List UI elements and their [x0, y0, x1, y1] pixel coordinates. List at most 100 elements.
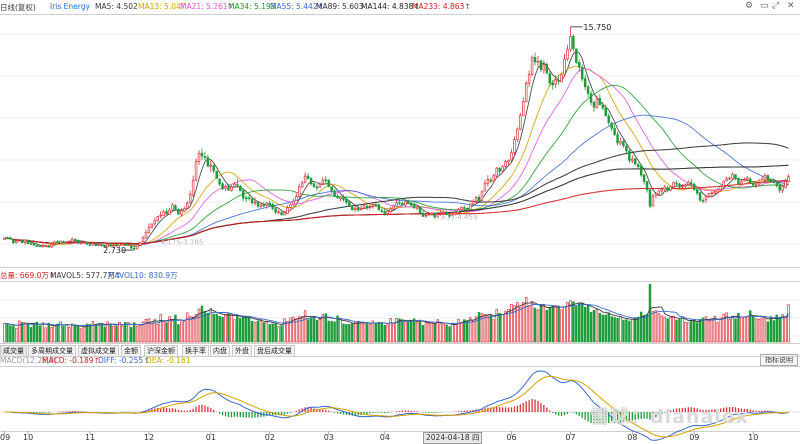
- volume-bar: [784, 317, 787, 343]
- candle: [474, 197, 478, 202]
- volume-bar: [781, 314, 784, 343]
- volume-bar: [716, 322, 720, 343]
- candle: [604, 107, 608, 116]
- candle: [601, 104, 605, 109]
- volume-bar: [424, 322, 428, 343]
- ma-line: [4, 84, 789, 245]
- volume-bar: [315, 319, 319, 343]
- volume-bar: [239, 318, 242, 343]
- candle: [701, 199, 705, 202]
- volume-bar: [336, 315, 339, 343]
- volume-bar: [701, 317, 705, 343]
- volume-bar: [486, 315, 490, 343]
- volume-bar: [271, 323, 274, 343]
- volume-bar: [88, 324, 92, 343]
- candle: [395, 202, 398, 207]
- candle: [135, 244, 139, 250]
- volume-bar: [539, 304, 543, 343]
- candle: [368, 205, 372, 208]
- candle: [88, 244, 92, 246]
- candle: [180, 210, 183, 215]
- ma-line: [4, 114, 789, 244]
- candle: [690, 182, 693, 184]
- volume-bar: [6, 323, 9, 343]
- candle: [345, 198, 348, 203]
- volume-bar: [560, 309, 563, 343]
- candle: [471, 201, 475, 205]
- volume-bar: [177, 324, 180, 343]
- candle: [572, 35, 575, 49]
- x-tick-label: 03: [323, 433, 334, 442]
- candle: [524, 82, 528, 103]
- volume-bar: [224, 313, 227, 343]
- volume-bar: [351, 323, 354, 343]
- candle: [713, 191, 717, 194]
- candle: [318, 183, 322, 188]
- candle: [728, 177, 731, 180]
- volume-bar: [787, 304, 790, 343]
- candle: [660, 188, 664, 192]
- ma-line: [4, 66, 789, 247]
- candle: [710, 192, 714, 195]
- candle: [6, 237, 9, 240]
- volume-bar: [648, 283, 652, 343]
- volume-bar: [545, 309, 549, 343]
- candle: [47, 245, 50, 248]
- volume-bar: [639, 311, 643, 343]
- candle: [356, 207, 360, 211]
- volume-bar: [206, 312, 210, 343]
- x-tick-label: 09: [0, 433, 11, 442]
- volume-bar: [572, 301, 575, 343]
- candle: [616, 134, 619, 144]
- x-tick-label: 04: [379, 433, 390, 442]
- candle: [634, 158, 637, 165]
- candle: [359, 208, 363, 211]
- candle: [250, 198, 254, 204]
- volume-bar: [778, 316, 781, 343]
- volume-bar: [625, 319, 628, 343]
- candle: [268, 202, 271, 206]
- volume-bar: [286, 321, 289, 343]
- high-label: 15.750: [583, 23, 611, 32]
- candle: [622, 140, 625, 147]
- volume-bar: [262, 322, 266, 343]
- candle: [578, 61, 581, 68]
- volume-bar: [513, 305, 516, 343]
- volume-bar: [769, 316, 773, 343]
- volume-bar: [383, 324, 386, 343]
- volume-bar: [563, 306, 566, 343]
- kline-chart[interactable]: 15.750 2.730 4.175-3.185 5.615-4.459: [0, 0, 800, 444]
- candle: [775, 182, 778, 187]
- volume-bar: [230, 314, 233, 343]
- volume-bar: [277, 326, 280, 343]
- candle: [418, 206, 422, 214]
- volume-bar: [628, 320, 631, 343]
- candle: [498, 167, 501, 172]
- volume-bar: [595, 309, 599, 343]
- volume-bar: [412, 318, 416, 343]
- candle: [501, 166, 504, 172]
- volume-bar: [121, 325, 124, 343]
- volume-bar: [68, 327, 71, 343]
- candle: [283, 212, 286, 216]
- candle: [424, 214, 428, 217]
- candle: [560, 74, 563, 83]
- candle: [734, 174, 737, 179]
- volume-bar: [47, 322, 50, 343]
- candle: [430, 212, 434, 215]
- volume-bar: [501, 314, 504, 343]
- volume-bar: [268, 324, 271, 343]
- candle: [551, 82, 554, 86]
- volume-bar: [578, 302, 581, 343]
- volume-bar: [619, 315, 622, 343]
- candle: [221, 183, 224, 190]
- volume-bar: [477, 312, 481, 343]
- candle: [769, 179, 773, 183]
- candle: [15, 240, 18, 243]
- candle: [26, 239, 30, 245]
- candle: [589, 93, 593, 103]
- volume-bar: [530, 300, 534, 343]
- volume-bar: [188, 315, 192, 343]
- candle: [510, 152, 513, 161]
- candle: [645, 181, 649, 191]
